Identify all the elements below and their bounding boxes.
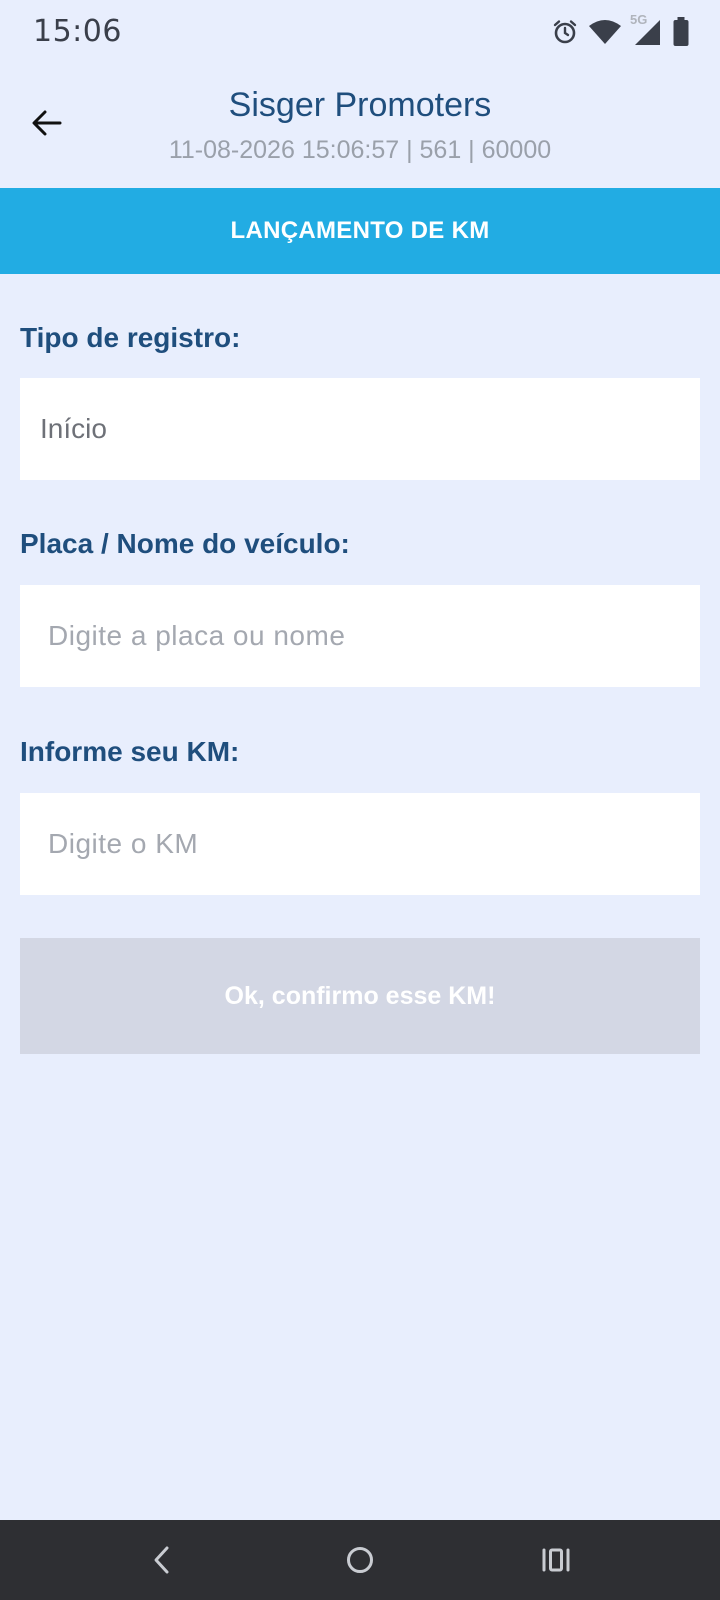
- tipo-registro-label: Tipo de registro:: [20, 322, 241, 353]
- battery-icon: [672, 17, 690, 47]
- veiculo-label: Placa / Nome do veículo:: [20, 528, 350, 559]
- alarm-icon: [552, 19, 578, 45]
- page-subtitle: 11-08-2026 15:06:57 | 561 | 60000: [168, 136, 552, 164]
- status-bar: 15:06 5G: [0, 0, 720, 64]
- system-nav-bar: [0, 1520, 720, 1600]
- tipo-registro-value: Início: [40, 413, 107, 444]
- status-time: 15:06: [33, 14, 122, 49]
- section-banner: LANÇAMENTO DE KM: [0, 188, 720, 274]
- cellular-signal-icon: 5G: [630, 12, 662, 46]
- network-type-label: 5G: [630, 12, 648, 27]
- recents-nav-icon[interactable]: [534, 1538, 578, 1582]
- status-icons: 5G: [552, 12, 690, 48]
- km-field-container: [20, 793, 700, 895]
- app-header: Sisger Promoters 11-08-2026 15:06:57 | 5…: [0, 64, 720, 188]
- veiculo-input[interactable]: [20, 585, 700, 687]
- wifi-icon: [588, 19, 622, 45]
- km-input[interactable]: [20, 793, 700, 895]
- km-label: Informe seu KM:: [20, 736, 240, 767]
- veiculo-field-container: [20, 585, 700, 687]
- back-nav-icon[interactable]: [140, 1538, 184, 1582]
- page-title: Sisger Promoters: [228, 86, 492, 124]
- confirm-km-button[interactable]: Ok, confirmo esse KM!: [20, 938, 700, 1054]
- home-nav-icon[interactable]: [338, 1538, 382, 1582]
- tipo-registro-select[interactable]: Início: [20, 378, 700, 480]
